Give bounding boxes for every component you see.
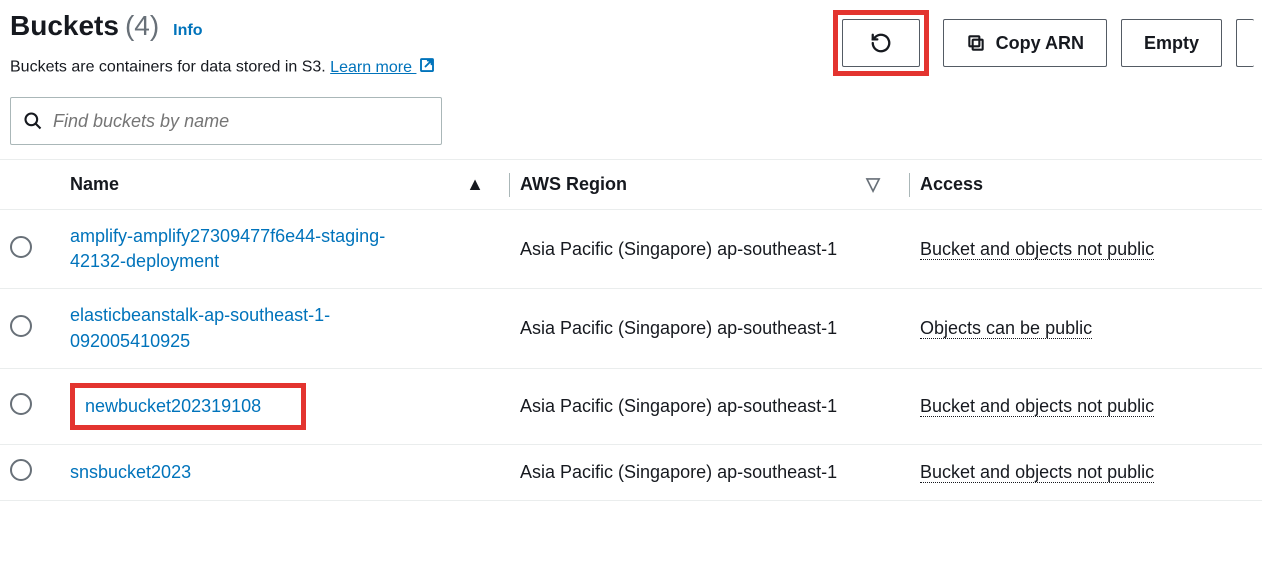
column-access[interactable]: Access	[910, 160, 1262, 210]
access-text[interactable]: Objects can be public	[920, 318, 1092, 339]
description-text: Buckets are containers for data stored i…	[10, 59, 330, 76]
empty-button[interactable]: Empty	[1121, 19, 1222, 67]
buckets-table: Name ▲ AWS Region ▽ Access amplify-ampli…	[0, 159, 1262, 501]
external-link-icon	[418, 56, 436, 79]
bucket-link[interactable]: newbucket202319108	[70, 383, 306, 430]
copy-icon	[966, 33, 986, 53]
column-region[interactable]: AWS Region ▽	[510, 160, 910, 210]
title-count: (4)	[125, 10, 159, 42]
learn-more-link[interactable]: Learn more	[330, 59, 436, 76]
table-row: elasticbeanstalk-ap-southeast-1-09200541…	[0, 289, 1262, 368]
row-radio[interactable]	[10, 393, 32, 415]
info-link[interactable]: Info	[173, 22, 202, 40]
access-text[interactable]: Bucket and objects not public	[920, 462, 1154, 483]
description: Buckets are containers for data stored i…	[10, 56, 436, 79]
action-buttons: Copy ARN Empty	[833, 10, 1254, 76]
region-cell: Asia Pacific (Singapore) ap-southeast-1	[510, 210, 910, 289]
filter-icon: ▽	[866, 174, 880, 195]
bucket-link[interactable]: amplify-amplify27309477f6e44-staging-421…	[70, 224, 430, 274]
access-text[interactable]: Bucket and objects not public	[920, 396, 1154, 417]
column-name[interactable]: Name ▲	[60, 160, 510, 210]
access-text[interactable]: Bucket and objects not public	[920, 239, 1154, 260]
bucket-link[interactable]: snsbucket2023	[70, 460, 191, 485]
row-radio[interactable]	[10, 315, 32, 337]
more-button[interactable]	[1236, 19, 1254, 67]
copy-arn-button[interactable]: Copy ARN	[943, 19, 1107, 67]
refresh-icon	[870, 32, 892, 54]
refresh-highlight	[833, 10, 929, 76]
region-cell: Asia Pacific (Singapore) ap-southeast-1	[510, 368, 910, 444]
search-input[interactable]	[53, 111, 429, 132]
row-radio[interactable]	[10, 236, 32, 258]
page-title: Buckets (4) Info	[10, 10, 203, 42]
table-row: amplify-amplify27309477f6e44-staging-421…	[0, 210, 1262, 289]
sort-asc-icon: ▲	[466, 174, 484, 195]
search-icon	[23, 111, 43, 131]
region-cell: Asia Pacific (Singapore) ap-southeast-1	[510, 444, 910, 500]
refresh-button[interactable]	[842, 19, 920, 67]
title-text: Buckets	[10, 10, 119, 42]
search-box[interactable]	[10, 97, 442, 145]
table-row: newbucket202319108 Asia Pacific (Singapo…	[0, 368, 1262, 444]
row-radio[interactable]	[10, 459, 32, 481]
table-row: snsbucket2023 Asia Pacific (Singapore) a…	[0, 444, 1262, 500]
region-cell: Asia Pacific (Singapore) ap-southeast-1	[510, 289, 910, 368]
bucket-link[interactable]: elasticbeanstalk-ap-southeast-1-09200541…	[70, 303, 430, 353]
